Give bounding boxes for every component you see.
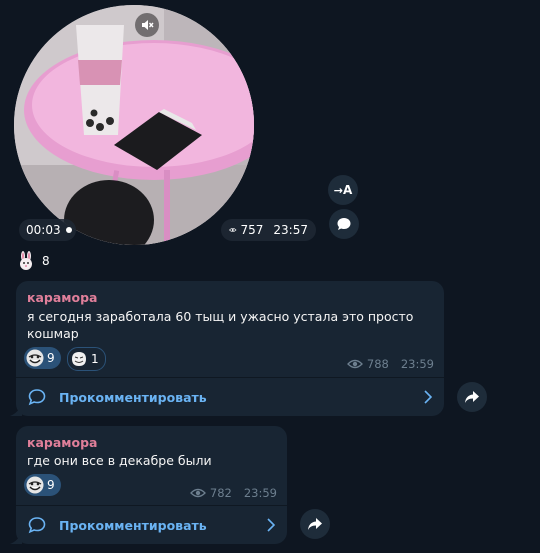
message-author[interactable]: карамора [27, 290, 98, 305]
view-count: 757 [240, 223, 264, 237]
message-text-line: я сегодня заработала 60 тыщ и ужасно уст… [27, 309, 414, 324]
video-duration-badge: 00:03 [19, 219, 76, 241]
message-bubble: карамора я сегодня заработала 60 тыщ и у… [10, 281, 444, 416]
mute-toggle-button[interactable] [135, 13, 159, 37]
reaction-chip[interactable]: 9 [24, 474, 61, 496]
translate-button[interactable]: → A [328, 175, 358, 205]
reaction-count: 8 [42, 254, 50, 268]
trollface-meme-emoji-icon [72, 352, 86, 366]
comment-button-label: Прокомментировать [59, 517, 207, 533]
troll-face-emoji-icon [26, 349, 44, 367]
message-bubble: карамора где они все в декабре были 9 78… [10, 426, 287, 544]
share-arrow-icon [308, 518, 322, 530]
comment-button-label: Прокомментировать [59, 389, 207, 405]
message-time: 23:57 [273, 223, 308, 237]
message-text-line: где они все в декабре были [27, 453, 212, 468]
eye-icon [229, 228, 237, 232]
translate-arrow-icon: → [333, 183, 343, 197]
comment-bubble-button[interactable] [329, 209, 359, 239]
video-reaction[interactable]: 8 [16, 250, 50, 272]
video-duration: 00:03 [26, 223, 61, 237]
reaction-chip[interactable]: 9 [24, 347, 61, 369]
message-author[interactable]: карамора [27, 435, 98, 450]
share-arrow-icon [465, 391, 479, 403]
reaction-count: 9 [47, 478, 55, 492]
message-stats: 788 23:59 [346, 357, 434, 371]
message-text: я сегодня заработала 60 тыщ и ужасно уст… [27, 308, 413, 342]
view-count: 782 [209, 486, 232, 500]
reaction-chip[interactable]: 1 [67, 347, 106, 371]
bunny-emoji-icon [20, 251, 32, 270]
comment-icon [28, 389, 46, 406]
comment-row[interactable]: Прокомментировать [16, 506, 287, 544]
video-note-frame[interactable] [14, 5, 254, 245]
share-button[interactable] [300, 509, 330, 539]
video-meta-badge: 757 23:57 [221, 219, 316, 241]
message-time: 23:59 [400, 357, 434, 371]
reaction-count: 9 [47, 351, 55, 365]
speaker-muted-icon [142, 20, 154, 30]
eye-icon [189, 488, 206, 498]
unread-dot-icon [65, 227, 72, 233]
message-stats: 782 23:59 [189, 486, 277, 500]
comment-bubble-icon [337, 218, 351, 230]
chevron-right-icon [267, 518, 275, 532]
video-still-image [14, 5, 254, 245]
comment-row[interactable]: Прокомментировать [16, 378, 444, 416]
comment-icon [28, 517, 46, 534]
message-text: где они все в декабре были [27, 452, 212, 469]
eye-icon [346, 359, 363, 369]
reaction-count: 1 [91, 352, 99, 366]
message-time: 23:59 [243, 486, 277, 500]
view-count: 788 [366, 357, 389, 371]
chevron-right-icon [424, 390, 432, 404]
translate-label: A [342, 183, 353, 197]
troll-face-emoji-icon [26, 476, 44, 494]
message-text-line: кошмар [27, 326, 79, 341]
share-button[interactable] [457, 382, 487, 412]
